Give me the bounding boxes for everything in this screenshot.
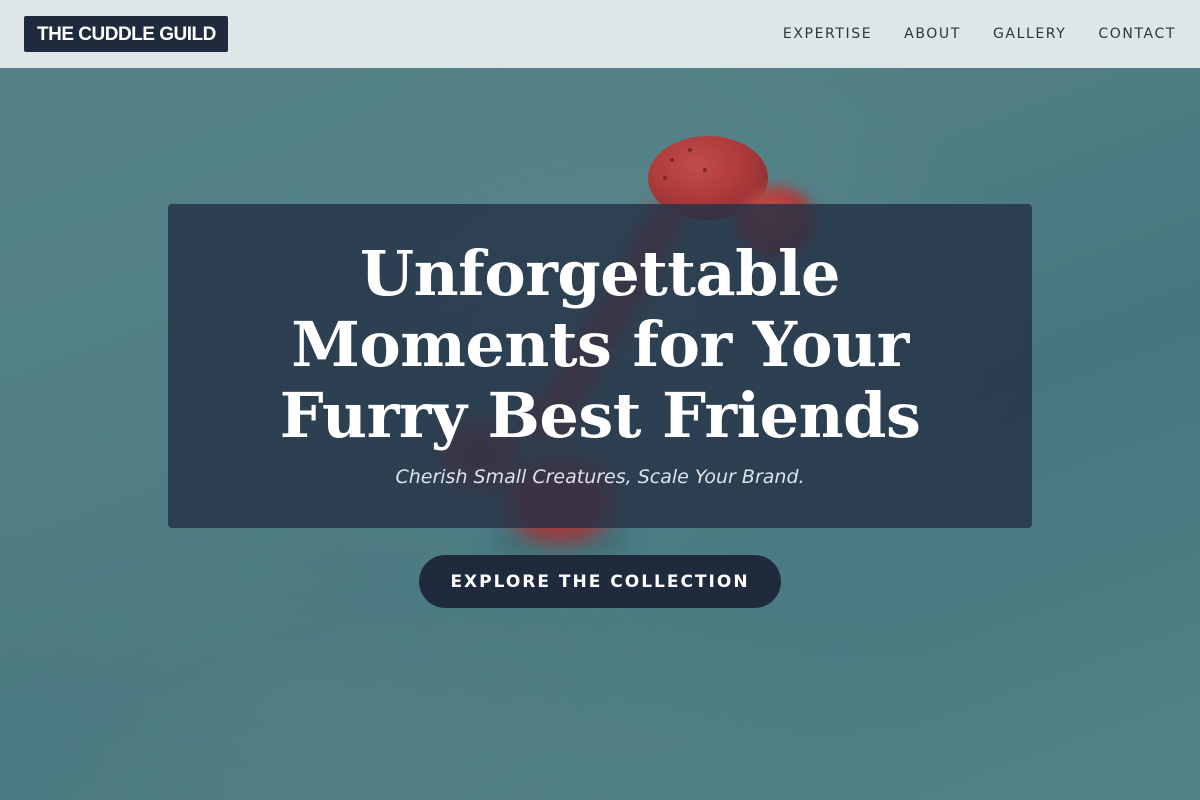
nav-link-gallery[interactable]: GALLERY	[993, 26, 1066, 42]
explore-collection-button[interactable]: EXPLORE THE COLLECTION	[419, 555, 781, 608]
nav-link-expertise[interactable]: EXPERTISE	[783, 26, 872, 42]
hero-text-card: Unforgettable Moments for Your Furry Bes…	[168, 204, 1032, 528]
site-logo[interactable]: THE CUDDLE GUILD	[24, 16, 228, 52]
site-header: THE CUDDLE GUILD EXPERTISE ABOUT GALLERY…	[0, 0, 1200, 68]
nav-link-contact[interactable]: CONTACT	[1098, 26, 1176, 42]
hero-title: Unforgettable Moments for Your Furry Bes…	[279, 237, 921, 452]
hero-subtitle: Cherish Small Creatures, Scale Your Bran…	[395, 466, 805, 488]
nav-link-about[interactable]: ABOUT	[904, 26, 961, 42]
main-nav: EXPERTISE ABOUT GALLERY CONTACT	[751, 26, 1176, 42]
page: THE CUDDLE GUILD EXPERTISE ABOUT GALLERY…	[0, 0, 1200, 800]
